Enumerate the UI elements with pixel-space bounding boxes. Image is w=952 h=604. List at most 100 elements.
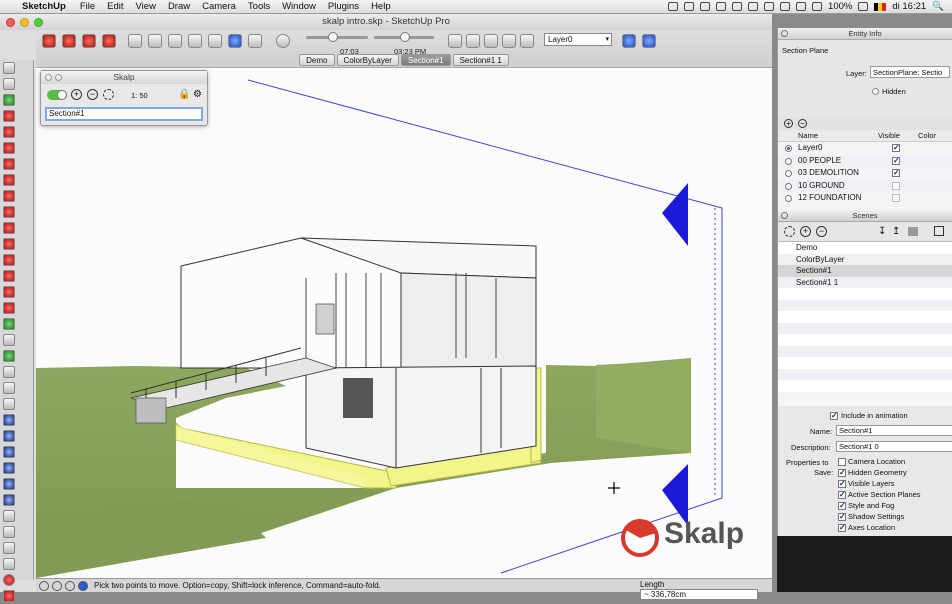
- save-option-checkbox[interactable]: ✓: [838, 480, 846, 488]
- view-top-icon[interactable]: [148, 34, 162, 48]
- layer-row[interactable]: 03 DEMOLITION ✓: [778, 167, 952, 180]
- layer-dropdown[interactable]: Layer0 ▾: [544, 33, 612, 46]
- wifi-icon[interactable]: [796, 2, 807, 11]
- menu-plugins[interactable]: Plugins: [328, 1, 359, 12]
- remove-section-icon[interactable]: −: [87, 89, 98, 100]
- follow-me-icon[interactable]: [3, 270, 15, 282]
- layer-visible-checkbox[interactable]: ✓: [892, 156, 900, 165]
- close-button[interactable]: [6, 18, 15, 27]
- tab-demo[interactable]: Demo: [299, 54, 335, 66]
- save-option[interactable]: Camera Location: [838, 457, 905, 467]
- menu-help[interactable]: Help: [371, 1, 391, 12]
- zoom-tool-icon[interactable]: [3, 446, 15, 458]
- scene-item[interactable]: ColorByLayer: [778, 253, 952, 265]
- save-option-checkbox[interactable]: ✓: [838, 491, 846, 499]
- circle-tool-icon[interactable]: [3, 158, 15, 170]
- tray-icon[interactable]: [732, 2, 743, 11]
- walk-tool-icon[interactable]: [3, 526, 15, 538]
- credits-icon[interactable]: [52, 580, 62, 591]
- help-icon[interactable]: [65, 580, 75, 591]
- look-around-icon[interactable]: [3, 542, 15, 554]
- save-option-checkbox[interactable]: ✓: [838, 513, 846, 521]
- scene-item[interactable]: Section#1 1: [778, 276, 952, 288]
- orbit-tool-icon[interactable]: [3, 414, 15, 426]
- scene-item[interactable]: Section#1: [778, 265, 952, 277]
- layers-col-color[interactable]: Color: [918, 130, 936, 142]
- view-left-icon[interactable]: [228, 34, 242, 48]
- style-shaded-icon[interactable]: [502, 34, 516, 48]
- shadow-time-knob[interactable]: [328, 32, 338, 42]
- ruby-icon[interactable]: [102, 34, 116, 48]
- make-component-icon[interactable]: [3, 78, 15, 90]
- tab-colorbylayer[interactable]: ColorByLayer: [336, 54, 399, 66]
- settings-icon[interactable]: ⚙: [193, 89, 202, 100]
- tab-section1[interactable]: Section#1: [400, 54, 451, 66]
- hidden-checkbox[interactable]: [872, 88, 879, 95]
- view-back-icon[interactable]: [208, 34, 222, 48]
- tray-icon[interactable]: [764, 2, 775, 11]
- scene-description-field[interactable]: Section#1 0: [836, 441, 952, 452]
- save-option[interactable]: ✓ Hidden Geometry: [838, 468, 907, 478]
- style-xray-icon[interactable]: [448, 34, 462, 48]
- remove-layer-icon[interactable]: −: [798, 119, 807, 128]
- panel-close-icon[interactable]: [781, 30, 788, 37]
- layer-row[interactable]: 10 GROUND: [778, 179, 952, 192]
- active-layer-radio[interactable]: [785, 170, 792, 177]
- zoom-window-icon[interactable]: [3, 462, 15, 474]
- save-option-checkbox[interactable]: [838, 458, 846, 466]
- axes-tool-icon[interactable]: [3, 382, 15, 394]
- entity-layer-dropdown[interactable]: SectionPlane: Sectio: [870, 66, 950, 78]
- shadow-date-knob[interactable]: [400, 32, 410, 42]
- move-scene-up-icon[interactable]: ↥: [892, 226, 900, 237]
- zoom-button[interactable]: [34, 18, 43, 27]
- menu-window[interactable]: Window: [282, 1, 316, 12]
- paint-bucket-icon[interactable]: [3, 94, 15, 106]
- skalp-tool-icon[interactable]: [62, 34, 76, 48]
- layer-color-icon[interactable]: [642, 34, 656, 48]
- geo-location-icon[interactable]: [39, 580, 49, 591]
- tray-icon[interactable]: [700, 2, 711, 11]
- tray-icon[interactable]: [684, 2, 695, 11]
- tape-measure-icon[interactable]: [3, 318, 15, 330]
- layer-visible-checkbox[interactable]: [892, 181, 900, 190]
- user-icon[interactable]: [78, 580, 88, 591]
- section-plane-icon[interactable]: [3, 558, 15, 570]
- style-hidden-line-icon[interactable]: [484, 34, 498, 48]
- tray-icon[interactable]: [780, 2, 791, 11]
- move-scene-down-icon[interactable]: ↧: [878, 226, 886, 237]
- panel-close-icon[interactable]: [781, 212, 788, 219]
- add-layer-icon[interactable]: +: [784, 119, 793, 128]
- skalp-scale[interactable]: 1: 50: [131, 91, 148, 100]
- volume-icon[interactable]: [812, 2, 823, 11]
- belgium-flag-icon[interactable]: [874, 2, 887, 11]
- layer-row[interactable]: 00 PEOPLE ✓: [778, 154, 952, 167]
- save-option[interactable]: ✓ Active Section Planes: [838, 490, 921, 500]
- tray-icon[interactable]: [716, 2, 727, 11]
- update-scene-icon[interactable]: [784, 226, 795, 237]
- layer-manager-icon[interactable]: [622, 34, 636, 48]
- save-option[interactable]: ✓ Shadow Settings: [838, 512, 904, 522]
- layer-visible-checkbox[interactable]: [892, 194, 900, 202]
- save-option[interactable]: ✓ Visible Layers: [838, 479, 895, 489]
- active-layer-radio[interactable]: [785, 195, 792, 202]
- skalp-section-icon[interactable]: [3, 574, 15, 586]
- save-option-checkbox[interactable]: ✓: [838, 502, 846, 510]
- save-option-checkbox[interactable]: ✓: [838, 469, 846, 477]
- tab-section1-1[interactable]: Section#1 1: [452, 54, 509, 66]
- layer-row[interactable]: Layer0 ✓: [778, 142, 952, 155]
- include-animation-checkbox[interactable]: ✓: [830, 412, 838, 420]
- active-layer-radio[interactable]: [785, 182, 792, 190]
- style-textured-icon[interactable]: [520, 34, 534, 48]
- refresh-icon[interactable]: [103, 89, 114, 100]
- layers-col-name[interactable]: Name: [798, 130, 818, 142]
- active-layer-radio[interactable]: [785, 145, 792, 152]
- view-right-icon[interactable]: [188, 34, 202, 48]
- add-scene-icon[interactable]: +: [800, 226, 811, 237]
- layer-visible-checkbox[interactable]: ✓: [892, 169, 900, 177]
- view-front-icon[interactable]: [168, 34, 182, 48]
- arc-tool-icon[interactable]: [3, 174, 15, 186]
- lock-icon[interactable]: 🔒: [178, 89, 190, 100]
- save-option-checkbox[interactable]: ✓: [838, 524, 846, 532]
- spotlight-icon[interactable]: 🔍: [932, 1, 944, 12]
- zoom-extents-icon[interactable]: [3, 478, 15, 490]
